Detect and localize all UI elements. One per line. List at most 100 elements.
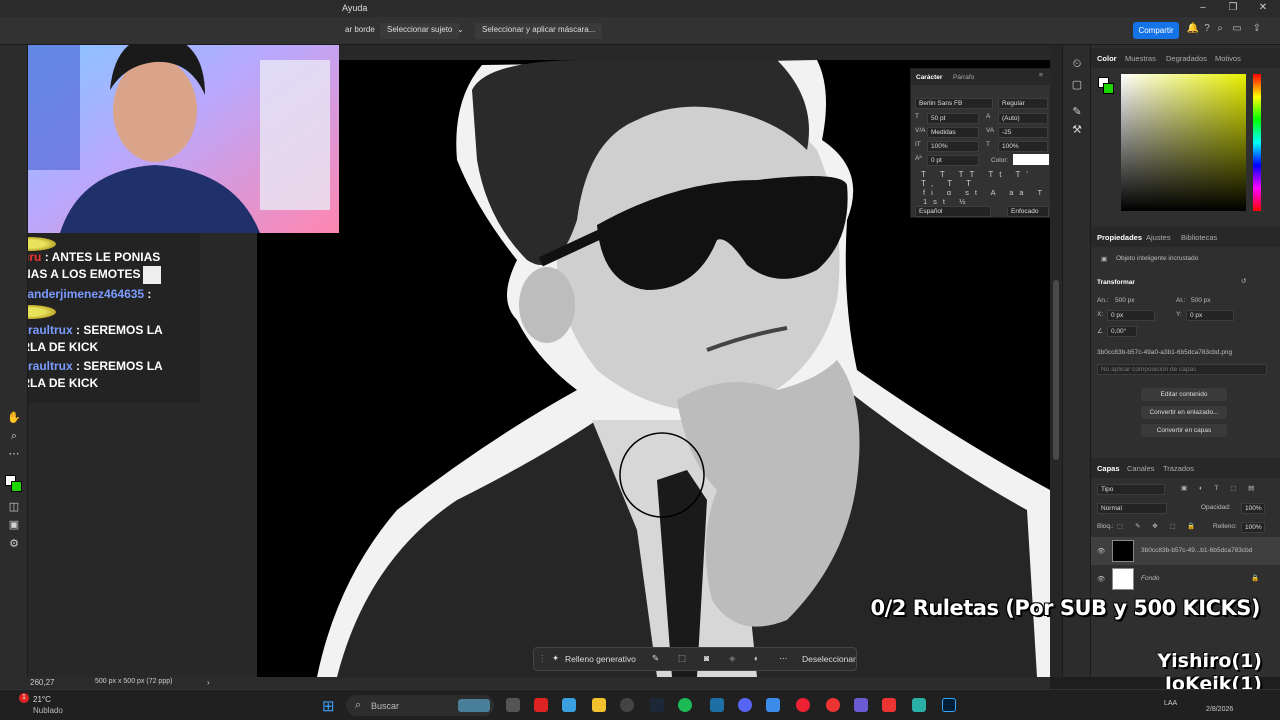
document-info[interactable]: 500 px x 500 px (72 ppp)	[95, 678, 172, 685]
layer-row[interactable]: 👁 3b0cc83b-b57c-49...b1-6b5dca783cbd	[1091, 537, 1280, 565]
layer-row[interactable]: 👁 Fondo 🔒	[1091, 565, 1280, 593]
tab-properties[interactable]: Propiedades	[1097, 233, 1142, 242]
more-tools-icon[interactable]: ⋯	[5, 447, 23, 463]
layer-filter-select[interactable]: Tipo	[1097, 484, 1165, 495]
font-size-field[interactable]: 50 pt	[927, 113, 979, 124]
blend-mode-select[interactable]: Normal	[1097, 503, 1167, 514]
app-icon[interactable]	[796, 698, 810, 712]
eye-icon[interactable]: 👁	[1097, 575, 1105, 583]
opacity-field[interactable]: 100%	[1241, 503, 1265, 514]
task-view-icon[interactable]	[506, 698, 520, 712]
workspace-icon[interactable]: ▭	[1230, 23, 1244, 37]
bg-color-chip[interactable]	[1103, 83, 1114, 94]
tab-channels[interactable]: Canales	[1127, 464, 1155, 473]
select-and-mask-button[interactable]: Seleccionar y aplicar máscara...	[475, 23, 603, 39]
windows-start-icon[interactable]: ⊞	[322, 697, 335, 715]
reset-icon[interactable]: ↺	[1241, 277, 1246, 285]
hue-slider[interactable]	[1253, 74, 1261, 211]
select-subject-button[interactable]: Seleccionar sujeto	[380, 23, 460, 39]
opentype-buttons[interactable]: fi ɑ st A aa T 1st ½	[923, 188, 1050, 206]
layer-name[interactable]: 3b0cc83b-b57c-49...b1-6b5dca783cbd	[1141, 547, 1252, 554]
discord-icon[interactable]	[738, 698, 752, 712]
menu-help[interactable]: Ayuda	[342, 3, 367, 13]
history-icon[interactable]: ⏲	[1068, 58, 1086, 74]
text-style-buttons[interactable]: T T TT Tt T' T, T T	[921, 170, 1050, 188]
antialias-select[interactable]: Enfocado	[1007, 206, 1049, 217]
chevron-down-icon[interactable]: ⌄	[450, 23, 464, 39]
background-color-swatch[interactable]	[11, 481, 22, 492]
taskbar-search[interactable]: ⌕ Buscar	[346, 695, 494, 716]
language-select[interactable]: Español	[915, 206, 991, 217]
drag-handle-icon[interactable]: ⋮	[538, 653, 547, 664]
horizontal-scale-field[interactable]: 100%	[998, 141, 1048, 152]
mask-icon[interactable]: ◙	[704, 653, 709, 663]
tab-patterns[interactable]: Motivos	[1215, 54, 1241, 63]
width-value[interactable]: 500 px	[1115, 297, 1135, 304]
invert-selection-icon[interactable]: ⬚	[678, 653, 686, 664]
notepad-icon[interactable]	[912, 698, 926, 712]
close-icon[interactable]: ✕	[1255, 2, 1271, 14]
zoom-tool-icon[interactable]: ⌕	[5, 430, 23, 446]
bell-icon[interactable]: 🔔	[1186, 23, 1200, 37]
adjustment-icon[interactable]: ◐	[754, 653, 759, 663]
color-field[interactable]	[1121, 74, 1246, 211]
app-icon[interactable]	[882, 698, 896, 712]
generative-fill-button[interactable]: Relleno generativo	[565, 654, 636, 664]
browser-icon[interactable]	[562, 698, 576, 712]
tab-layers[interactable]: Capas	[1097, 464, 1120, 473]
baseline-field[interactable]: 0 pt	[927, 155, 979, 166]
modify-selection-icon[interactable]: ✎	[652, 653, 659, 664]
spotify-icon[interactable]	[678, 698, 692, 712]
generative-fill-icon[interactable]: ✦	[552, 653, 559, 664]
fill-icon[interactable]: ◈	[729, 653, 736, 664]
photoshop-icon[interactable]	[942, 698, 956, 712]
font-style-select[interactable]: Regular	[998, 98, 1048, 109]
adjustments-icon[interactable]: ⚒	[1068, 123, 1086, 139]
help-icon[interactable]: ?	[1200, 23, 1214, 37]
tab-color[interactable]: Color	[1097, 54, 1117, 63]
convert-layers-button[interactable]: Convertir en capas	[1141, 424, 1227, 437]
layer-name[interactable]: Fondo	[1141, 575, 1159, 582]
app-icon[interactable]	[854, 698, 868, 712]
kerning-field[interactable]: Medidas	[927, 127, 979, 138]
layer-filter-icons[interactable]: ▣ ◐ T ⬚ ▤	[1181, 484, 1259, 492]
height-value[interactable]: 500 px	[1191, 297, 1211, 304]
y-field[interactable]: 0 px	[1186, 310, 1234, 321]
hand-tool-icon[interactable]: ✋	[5, 411, 23, 427]
brush-icon[interactable]: ✎	[1068, 105, 1086, 121]
tab-paragraph[interactable]: Párrafo	[953, 74, 974, 81]
x-field[interactable]: 0 px	[1107, 310, 1155, 321]
maximize-icon[interactable]: ❐	[1225, 2, 1241, 14]
comments-icon[interactable]: ▢	[1068, 78, 1086, 94]
language-indicator[interactable]: LAA	[1164, 700, 1177, 707]
share-icon[interactable]: ⇪	[1250, 23, 1264, 37]
app-icon[interactable]	[534, 698, 548, 712]
convert-linked-button[interactable]: Convertir en enlazado...	[1141, 406, 1227, 419]
angle-field[interactable]: 0,00°	[1107, 326, 1137, 337]
weather-desc[interactable]: Nublado	[33, 706, 63, 715]
clock-date[interactable]: 2/8/2026	[1206, 706, 1233, 713]
app-icon[interactable]	[620, 698, 634, 712]
chevron-right-icon[interactable]: ›	[207, 678, 210, 687]
font-family-select[interactable]: Berlin Sans FB	[915, 98, 993, 109]
tab-swatches[interactable]: Muestras	[1125, 54, 1156, 63]
tab-character[interactable]: Carácter	[916, 74, 942, 81]
canvas-scrollbar[interactable]	[1050, 45, 1062, 677]
search-icon[interactable]: ⌕	[1213, 23, 1227, 37]
file-explorer-icon[interactable]	[592, 698, 606, 712]
vertical-scale-field[interactable]: 100%	[927, 141, 979, 152]
tracking-field[interactable]: -25	[998, 127, 1048, 138]
opera-icon[interactable]	[826, 698, 840, 712]
text-color-swatch[interactable]	[1013, 154, 1049, 165]
panel-menu-icon[interactable]: ≡	[1039, 72, 1043, 79]
tab-adjustments[interactable]: Ajustes	[1146, 233, 1171, 242]
zoom-level[interactable]: 260,27	[30, 678, 54, 687]
tab-libraries[interactable]: Bibliotecas	[1181, 233, 1217, 242]
weather-temp[interactable]: 21°C	[33, 695, 51, 704]
edit-toolbar-icon[interactable]: ⚙	[5, 537, 23, 553]
more-icon[interactable]: ⋯	[779, 653, 788, 664]
eye-icon[interactable]: 👁	[1097, 547, 1105, 555]
tab-paths[interactable]: Trazados	[1163, 464, 1194, 473]
select-border-button[interactable]: ar borde	[338, 23, 382, 39]
quick-mask-icon[interactable]: ◫	[5, 500, 23, 516]
